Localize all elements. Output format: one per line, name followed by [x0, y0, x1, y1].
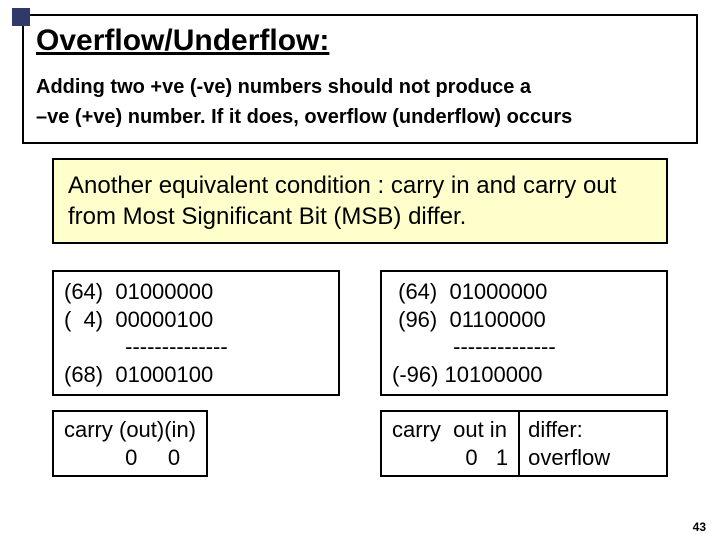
- slide-title: Overflow/Underflow:: [36, 24, 684, 58]
- carry-box-left: carry (out)(in) 0 0: [52, 410, 208, 477]
- example-left: (64) 01000000 ( 4) 00000100 ------------…: [52, 270, 340, 477]
- carry-box-right: carry out in 0 1: [380, 410, 520, 477]
- page-number: 43: [693, 520, 706, 534]
- calc-box-right: (64) 01000000 (96) 01100000 ------------…: [380, 270, 668, 396]
- example-right: (64) 01000000 (96) 01100000 ------------…: [380, 270, 668, 477]
- differ-box: differ: overflow: [520, 410, 668, 477]
- calc-box-left: (64) 01000000 ( 4) 00000100 ------------…: [52, 270, 340, 396]
- header-box: Overflow/Underflow: Adding two +ve (-ve)…: [22, 14, 698, 144]
- corner-decoration: [12, 8, 30, 26]
- subtitle-line-2: –ve (+ve) number. If it does, overflow (…: [36, 102, 684, 132]
- subtitle-line-1: Adding two +ve (-ve) numbers should not …: [36, 72, 684, 102]
- examples-row: (64) 01000000 ( 4) 00000100 ------------…: [22, 270, 698, 477]
- condition-box: Another equivalent condition : carry in …: [52, 158, 668, 244]
